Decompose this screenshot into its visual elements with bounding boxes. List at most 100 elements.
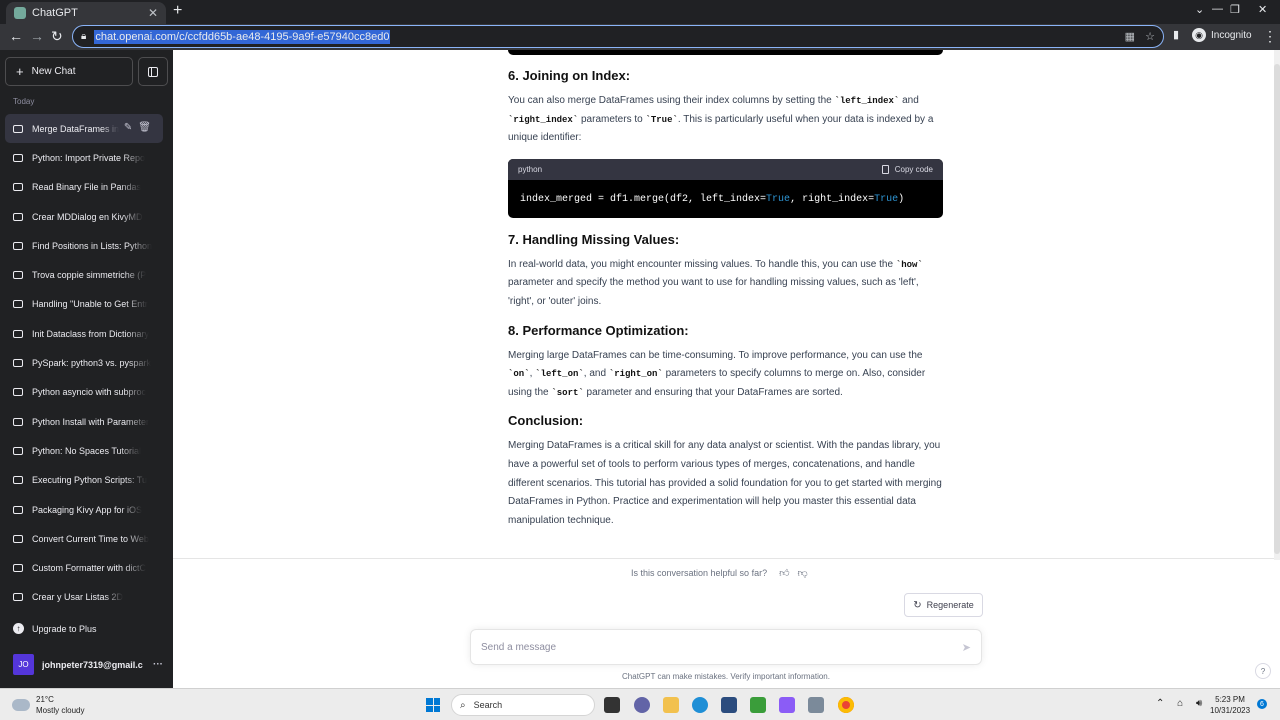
minimize-icon[interactable]: —: [1212, 3, 1223, 15]
restore-icon[interactable]: ❐: [1230, 3, 1240, 16]
chat-bubble-icon: [13, 593, 23, 602]
browser-tab-bar: ChatGPT ✕ + ⌄ — ❐ ✕: [0, 0, 1280, 24]
regenerate-button[interactable]: ↻ Regenerate: [904, 593, 983, 617]
conversation-item[interactable]: Crear y Usar Listas 2D: [5, 583, 163, 612]
conversation-item[interactable]: Trova coppie simmetriche (P: [5, 260, 163, 289]
back-icon[interactable]: ←: [9, 28, 23, 44]
url-text[interactable]: chat.openai.com/c/ccfdd65b-ae48-4195-9a9…: [94, 29, 391, 44]
inline-code: `True`: [645, 114, 678, 125]
inline-code: `left_on`: [535, 369, 584, 380]
side-panel-icon[interactable]: ▮: [1173, 28, 1179, 41]
new-chat-label: New Chat: [31, 66, 76, 77]
conversation-label: Find Positions in Lists: Python: [32, 240, 153, 251]
app-icon[interactable]: [779, 697, 795, 713]
reload-icon[interactable]: ↻: [51, 28, 63, 45]
conversation-item[interactable]: Packaging Kivy App for iOS: [5, 495, 163, 524]
clock[interactable]: 5:23 PM 10/31/2023: [1210, 694, 1250, 716]
upgrade-to-plus-button[interactable]: ↑ Upgrade to Plus: [13, 623, 97, 634]
help-button[interactable]: ?: [1255, 663, 1271, 679]
conversation-item[interactable]: Python: Import Private Repo: [5, 143, 163, 172]
conversation-item[interactable]: Python Install with Parameter: [5, 407, 163, 436]
copy-code-button[interactable]: Copy code: [881, 164, 933, 174]
feedback-row: Is this conversation helpful so far? 👍︎👎…: [631, 567, 816, 579]
conversation-item[interactable]: Read Binary File in Pandas: [5, 173, 163, 202]
edit-icon[interactable]: ✎: [124, 122, 138, 133]
scrollbar[interactable]: [1274, 50, 1280, 560]
conversation-item[interactable]: Handling "Unable to Get Entr: [5, 290, 163, 319]
edge-browser-icon[interactable]: [692, 697, 708, 713]
chat-bubble-icon: [13, 271, 23, 280]
chat-bubble-icon: [13, 183, 23, 192]
conversation-item[interactable]: Merge DataFrames in ✎🗑︎: [5, 114, 163, 144]
forward-icon[interactable]: →: [30, 28, 44, 44]
task-view-icon[interactable]: [604, 697, 620, 713]
browser-tab[interactable]: ChatGPT ✕: [6, 2, 166, 24]
notification-badge[interactable]: 6: [1257, 699, 1267, 709]
send-icon[interactable]: ➤: [962, 641, 971, 654]
conversation-label: Convert Current Time to Web: [32, 533, 149, 544]
windows-start-icon[interactable]: [426, 698, 440, 712]
conversation-item[interactable]: Executing Python Scripts: Tu: [5, 466, 163, 495]
notepad-app-icon[interactable]: [750, 697, 766, 713]
close-tab-icon[interactable]: ✕: [148, 6, 158, 20]
conversation-label: PySpark: python3 vs. pyspark: [32, 358, 152, 369]
close-sidebar-button[interactable]: [138, 57, 168, 86]
close-window-icon[interactable]: ✕: [1258, 3, 1267, 16]
user-menu-button[interactable]: JO johnpeter7319@gmail.c ···: [13, 654, 163, 675]
message-input[interactable]: [481, 641, 962, 653]
conversation-item[interactable]: Find Positions in Lists: Python: [5, 231, 163, 260]
conversation-item[interactable]: Custom Formatter with dictC: [5, 553, 163, 582]
thumbs-up-icon[interactable]: 👍︎: [779, 568, 797, 579]
chat-bubble-icon: [13, 124, 23, 133]
incognito-profile[interactable]: ◉ Incognito: [1192, 28, 1252, 42]
scrollbar-thumb[interactable]: [1274, 64, 1280, 554]
chrome-browser-icon[interactable]: [838, 697, 854, 713]
conversation-label: Python Install with Parameter: [32, 416, 150, 427]
section-label-today: Today: [13, 97, 35, 106]
conversation-item[interactable]: Python: No Spaces Tutorial: [5, 436, 163, 465]
browser-menu-icon[interactable]: ⋮: [1263, 28, 1277, 45]
conversation-item[interactable]: Crear MDDialog en KivyMD: [5, 202, 163, 231]
new-chat-button[interactable]: + New Chat: [5, 57, 133, 86]
conversation-label: Python: No Spaces Tutorial: [32, 445, 142, 456]
section-heading: 7. Handling Missing Values:: [508, 231, 680, 247]
conversation-item[interactable]: PySpark: python3 vs. pyspark: [5, 348, 163, 377]
sidebar: + New Chat Today Merge DataFrames in ✎🗑︎ …: [0, 50, 173, 688]
more-options-icon[interactable]: ···: [153, 659, 163, 670]
search-icon: ⌕: [460, 699, 466, 711]
conversation-label: Init Dataclass from Dictionary: [32, 328, 150, 339]
chat-bubble-icon: [13, 212, 23, 221]
system-tray-icons[interactable]: ⌃ ⌂ 🔊︎: [1156, 698, 1207, 709]
chat-bubble-icon: [13, 241, 23, 250]
message-composer: ➤: [470, 629, 982, 665]
bookmark-star-icon[interactable]: ☆: [1145, 30, 1155, 43]
taskbar-search[interactable]: ⌕ Search: [451, 694, 595, 716]
chevron-down-icon[interactable]: ⌄: [1195, 3, 1204, 16]
conversation-label: Crear MDDialog en KivyMD: [32, 211, 143, 222]
new-tab-icon[interactable]: +: [173, 2, 182, 20]
paragraph: In real-world data, you might encounter …: [508, 258, 923, 307]
conversation-item[interactable]: Init Dataclass from Dictionary: [5, 319, 163, 348]
chat-bubble-icon: [13, 300, 23, 309]
conversation-list: Merge DataFrames in ✎🗑︎ Python: Import Pr…: [5, 114, 163, 612]
chat-app-icon[interactable]: [634, 697, 650, 713]
incognito-icon: ◉: [1192, 28, 1206, 42]
file-explorer-icon[interactable]: [663, 697, 679, 713]
chat-bubble-icon: [13, 153, 23, 162]
store-icon[interactable]: [721, 697, 737, 713]
address-bar[interactable]: 🔒︎ chat.openai.com/c/ccfdd65b-ae48-4195-…: [72, 25, 1164, 48]
qr-code-icon[interactable]: ▦: [1125, 30, 1135, 43]
thumbs-down-icon[interactable]: 👎︎: [798, 568, 816, 579]
site-info-icon[interactable]: 🔒︎: [81, 31, 86, 42]
plus-icon: +: [16, 64, 24, 79]
weather-widget[interactable]: 21°C Mostly cloudy: [9, 694, 84, 716]
paragraph: Merging DataFrames is a critical skill f…: [508, 440, 942, 526]
chat-bubble-icon: [13, 564, 23, 573]
conversation-label: Packaging Kivy App for iOS: [32, 504, 143, 515]
photos-app-icon[interactable]: [808, 697, 824, 713]
conversation-item[interactable]: Python asyncio with subproc: [5, 378, 163, 407]
code-block: python Copy code index_merged = df1.merg…: [508, 158, 943, 218]
trash-icon[interactable]: 🗑︎: [138, 122, 157, 133]
conversation-item[interactable]: Convert Current Time to Web: [5, 524, 163, 553]
sidebar-toggle-icon: [148, 66, 158, 77]
